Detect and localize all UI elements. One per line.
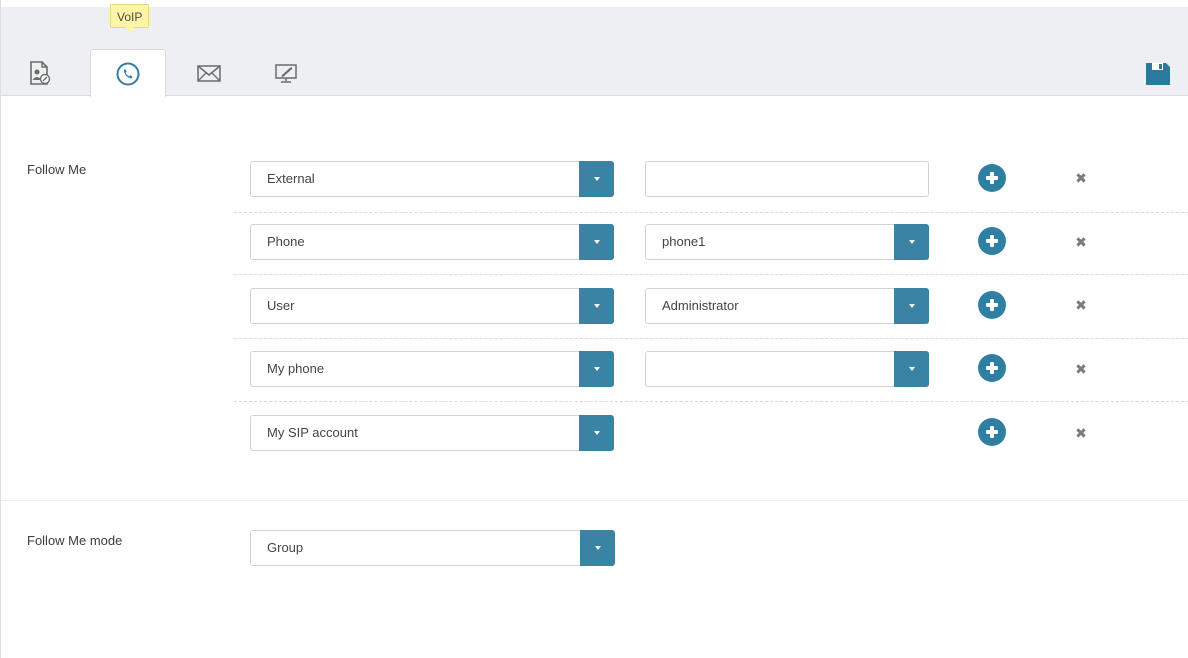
select-value: Administrator: [662, 298, 739, 313]
chevron-down-icon[interactable]: [894, 351, 929, 387]
remove-row-button[interactable]: ✖: [1074, 362, 1088, 376]
section-divider: [1, 500, 1188, 501]
chevron-down-icon[interactable]: [579, 224, 614, 260]
remove-row-button[interactable]: ✖: [1074, 235, 1088, 249]
floppy-disk-icon: [1146, 63, 1170, 85]
select-value: My phone: [267, 361, 325, 376]
save-button[interactable]: [1144, 61, 1172, 87]
follow-me-type-select[interactable]: My phone: [250, 351, 614, 387]
chevron-down-icon[interactable]: [579, 288, 614, 324]
external-number-input[interactable]: [645, 161, 929, 197]
add-row-button[interactable]: [978, 164, 1006, 192]
tab-screen[interactable]: [248, 49, 324, 96]
chevron-down-icon[interactable]: [894, 224, 929, 260]
tab-tooltip: VoIP: [110, 4, 150, 33]
follow-me-target-select[interactable]: Administrator: [645, 288, 929, 324]
follow-me-label: Follow Me: [27, 162, 87, 177]
follow-me-type-select[interactable]: External: [250, 161, 614, 197]
row-divider: [234, 338, 1188, 339]
phone-icon: [116, 62, 140, 85]
chevron-down-icon[interactable]: [579, 415, 614, 451]
tab-voip[interactable]: [90, 49, 166, 97]
row-divider: [234, 401, 1188, 402]
add-row-button[interactable]: [978, 291, 1006, 319]
row-divider: [234, 274, 1188, 275]
select-value: Group: [267, 540, 304, 555]
select-value: Phone: [267, 234, 305, 249]
tab-bar: [1, 7, 1188, 97]
follow-me-type-select[interactable]: My SIP account: [250, 415, 614, 451]
select-value: External: [267, 171, 315, 186]
follow-me-target-select[interactable]: phone1: [645, 224, 929, 260]
add-row-button[interactable]: [978, 418, 1006, 446]
select-value: User: [267, 298, 295, 313]
chevron-down-icon[interactable]: [580, 530, 615, 566]
chevron-down-icon[interactable]: [579, 351, 614, 387]
chevron-down-icon[interactable]: [894, 288, 929, 324]
monitor-icon: [275, 63, 297, 83]
row-divider: [234, 212, 1188, 213]
follow-me-type-select[interactable]: User: [250, 288, 614, 324]
remove-row-button[interactable]: ✖: [1074, 298, 1088, 312]
follow-me-mode-select[interactable]: Group: [250, 530, 615, 566]
envelope-icon: [197, 64, 221, 82]
user-card-icon: [30, 60, 51, 85]
add-row-button[interactable]: [978, 354, 1006, 382]
follow-me-target-select[interactable]: [645, 351, 929, 387]
remove-row-button[interactable]: ✖: [1074, 171, 1088, 185]
chevron-down-icon[interactable]: [579, 161, 614, 197]
user-settings-panel: VoIP Follow Me External ✖ Phone phone1 ✖…: [0, 0, 1188, 658]
follow-me-mode-label: Follow Me mode: [27, 533, 123, 548]
tab-mail[interactable]: [171, 49, 247, 96]
add-row-button[interactable]: [978, 227, 1006, 255]
remove-row-button[interactable]: ✖: [1074, 426, 1088, 440]
follow-me-type-select[interactable]: Phone: [250, 224, 614, 260]
select-value: phone1: [662, 234, 706, 249]
select-value: My SIP account: [267, 425, 358, 440]
tab-personal-info[interactable]: [1, 49, 77, 96]
